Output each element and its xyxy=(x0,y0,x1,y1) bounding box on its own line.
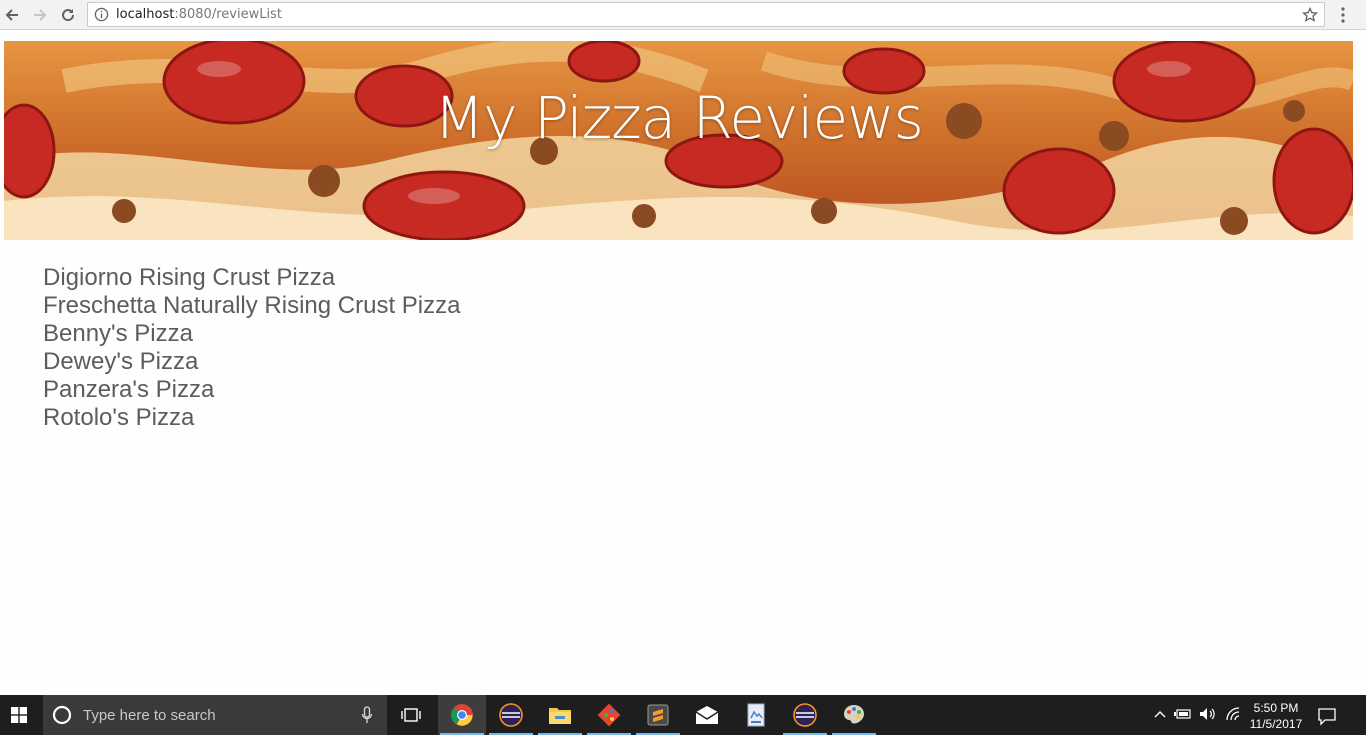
chrome-icon xyxy=(451,704,473,726)
battery-tray-button[interactable] xyxy=(1174,705,1192,723)
chevron-up-icon xyxy=(1154,711,1166,718)
taskbar: Type here to search 5:50 PM 11/5/2017 xyxy=(0,695,1366,735)
taskbar-app-git[interactable] xyxy=(585,695,633,735)
start-button[interactable] xyxy=(0,695,38,735)
reload-button[interactable] xyxy=(56,3,80,27)
paint-icon xyxy=(844,705,864,724)
taskbar-app-eclipse[interactable] xyxy=(781,695,829,735)
url-host: localhost xyxy=(116,7,175,22)
file-explorer-icon xyxy=(549,708,571,724)
show-hidden-icons-button[interactable] xyxy=(1151,705,1169,723)
url-path: :8080/reviewList xyxy=(174,7,282,22)
back-button[interactable] xyxy=(0,3,24,27)
browser-toolbar: localhost:8080/reviewList xyxy=(0,0,1366,30)
volume-tray-button[interactable] xyxy=(1199,705,1217,723)
taskbar-app-document[interactable] xyxy=(732,695,780,735)
network-tray-button[interactable] xyxy=(1224,705,1242,723)
taskbar-app-sublime-text[interactable] xyxy=(634,695,682,735)
bookmark-star-icon[interactable] xyxy=(1302,7,1318,23)
action-center-icon[interactable] xyxy=(1316,705,1338,727)
review-link[interactable]: Benny's Pizza xyxy=(43,320,460,348)
eclipse-icon xyxy=(499,703,523,727)
task-view-button[interactable] xyxy=(387,695,435,735)
taskbar-app-mail[interactable] xyxy=(683,695,731,735)
taskbar-app-chrome[interactable] xyxy=(438,695,486,735)
back-arrow-icon xyxy=(5,9,18,21)
sublime-text-icon xyxy=(647,704,669,726)
forward-button[interactable] xyxy=(28,3,52,27)
taskbar-app-eclipse[interactable] xyxy=(487,695,535,735)
wifi-icon xyxy=(1226,707,1240,721)
taskbar-search-box[interactable]: Type here to search xyxy=(43,695,387,735)
taskbar-app-file-explorer[interactable] xyxy=(536,695,584,735)
mail-icon xyxy=(695,706,719,724)
review-list: Digiorno Rising Crust Pizza Freschetta N… xyxy=(43,264,460,432)
taskbar-clock[interactable]: 5:50 PM 11/5/2017 xyxy=(1244,700,1308,732)
battery-plugged-icon xyxy=(1174,709,1191,719)
document-icon xyxy=(747,703,765,727)
review-link[interactable]: Digiorno Rising Crust Pizza xyxy=(43,264,460,292)
clock-time: 5:50 PM xyxy=(1253,701,1299,715)
review-link[interactable]: Dewey's Pizza xyxy=(43,348,460,376)
review-link[interactable]: Rotolo's Pizza xyxy=(43,404,460,432)
review-link[interactable]: Panzera's Pizza xyxy=(43,376,460,404)
banner: My Pizza Reviews xyxy=(4,41,1353,240)
search-placeholder: Type here to search xyxy=(83,707,216,724)
volume-icon xyxy=(1200,708,1215,720)
browser-menu-icon[interactable] xyxy=(1335,4,1351,26)
clock-date: 11/5/2017 xyxy=(1249,717,1303,731)
cortana-icon xyxy=(52,705,72,725)
microphone-icon[interactable] xyxy=(361,706,373,724)
taskbar-app-paint[interactable] xyxy=(830,695,878,735)
forward-arrow-icon xyxy=(34,9,47,21)
info-icon[interactable] xyxy=(94,7,109,22)
url-text[interactable]: localhost:8080/reviewList xyxy=(116,7,282,22)
address-bar[interactable]: localhost:8080/reviewList xyxy=(87,2,1325,27)
page-title: My Pizza Reviews xyxy=(434,84,924,152)
git-icon xyxy=(597,703,621,727)
task-view-icon xyxy=(401,708,421,722)
review-link[interactable]: Freschetta Naturally Rising Crust Pizza xyxy=(43,292,460,320)
reload-icon xyxy=(62,9,75,22)
eclipse-icon xyxy=(793,703,817,727)
windows-logo-icon xyxy=(11,707,27,723)
